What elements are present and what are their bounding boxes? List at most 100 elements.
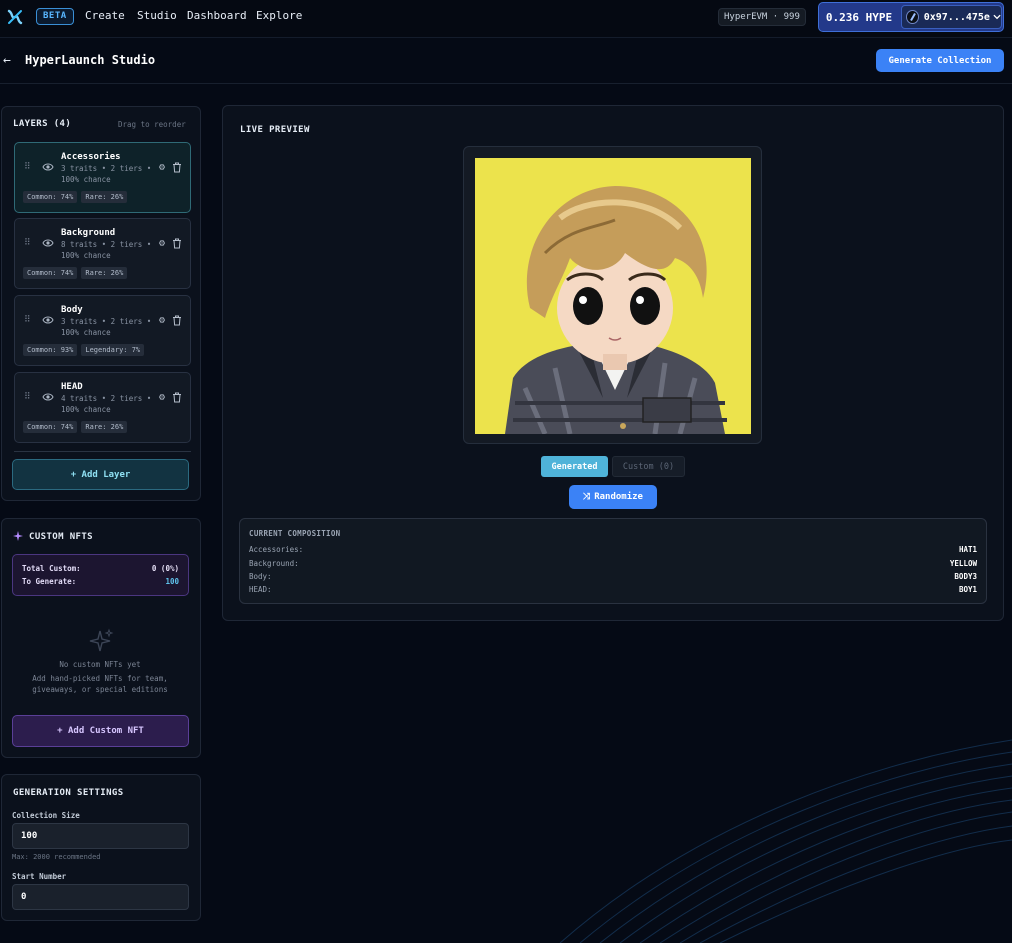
gear-icon[interactable]: ⚙ <box>159 392 165 403</box>
trash-icon[interactable] <box>172 162 182 173</box>
trash-icon[interactable] <box>172 392 182 403</box>
layer-card-accessories[interactable]: ⠿ Accessories 3 traits • 2 tiers • 100% … <box>14 142 191 213</box>
nav-link-studio[interactable]: Studio <box>137 9 177 22</box>
generate-collection-button[interactable]: Generate Collection <box>876 49 1004 72</box>
custom-stats-box: Total Custom: 0 (0%) To Generate: 100 <box>12 554 189 596</box>
empty-state-line: Add hand-picked NFTs for team, <box>32 674 168 683</box>
layer-chance: 100% chance <box>61 175 111 184</box>
layer-name: HEAD <box>61 382 83 392</box>
trash-icon[interactable] <box>172 315 182 326</box>
collection-size-input[interactable] <box>12 823 189 849</box>
composition-value: BOY1 <box>958 585 977 594</box>
nav-link-dashboard[interactable]: Dashboard <box>187 9 247 22</box>
sparkles-empty-icon <box>89 628 114 652</box>
to-generate-label: To Generate: <box>22 577 77 586</box>
tier-tag: Common: 74% <box>23 421 78 433</box>
composition-value: BODY3 <box>954 572 977 581</box>
layer-name: Body <box>61 305 83 315</box>
randomize-button[interactable]: ⤨ Randomize <box>569 485 657 509</box>
composition-key: Body: <box>249 572 272 581</box>
top-nav: BETA Create Studio Dashboard Explore Hyp… <box>0 0 1012 38</box>
shuffle-icon: ⤨ <box>583 492 591 502</box>
studio-header: ← HyperLaunch Studio Generate Collection <box>0 39 1012 84</box>
tier-tag: Legendary: 7% <box>81 344 145 356</box>
tier-tag: Rare: 26% <box>81 267 128 279</box>
layer-card-background[interactable]: ⠿ Background 8 traits • 2 tiers • 100% c… <box>14 218 191 289</box>
layer-name: Background <box>61 228 116 238</box>
gear-icon[interactable]: ⚙ <box>159 238 165 249</box>
tab-custom[interactable]: Custom (0) <box>612 456 685 477</box>
nav-link-create[interactable]: Create <box>85 9 125 22</box>
layer-tier-tags: Common: 93% Legendary: 7% <box>23 344 145 356</box>
composition-value: HAT1 <box>958 545 977 554</box>
layer-name: Accessories <box>61 152 121 162</box>
gear-icon[interactable]: ⚙ <box>159 315 165 326</box>
tier-tag: Common: 74% <box>23 267 78 279</box>
layer-tier-tags: Common: 74% Rare: 26% <box>23 267 128 279</box>
start-number-input[interactable] <box>12 884 189 910</box>
tier-tag: Common: 74% <box>23 191 78 203</box>
drag-handle-icon[interactable]: ⠿ <box>24 315 31 325</box>
hyperlaunch-logo-icon[interactable] <box>6 8 24 26</box>
randomize-label: Randomize <box>594 492 643 502</box>
chevron-down-icon <box>993 14 1001 20</box>
sparkles-icon <box>13 531 23 541</box>
eye-icon[interactable] <box>42 162 54 172</box>
page-title: HyperLaunch Studio <box>25 53 156 67</box>
drag-hint: Drag to reorder <box>118 120 186 129</box>
wallet-balance: 0.236 HYPE <box>825 10 893 24</box>
divider <box>14 451 191 452</box>
composition-value: YELLOW <box>949 559 977 568</box>
wallet-button[interactable]: 0.236 HYPE 0x97...475e <box>818 2 1004 32</box>
layer-chance: 100% chance <box>61 405 111 414</box>
drag-handle-icon[interactable]: ⠿ <box>24 162 31 172</box>
live-preview-title: LIVE PREVIEW <box>240 125 310 135</box>
beta-badge: BETA <box>36 8 74 25</box>
wallet-avatar-icon <box>906 10 919 24</box>
nav-link-explore[interactable]: Explore <box>256 9 302 22</box>
layers-title: LAYERS (4) <box>13 119 72 129</box>
tier-tag: Rare: 26% <box>81 191 128 203</box>
trash-icon[interactable] <box>172 238 182 249</box>
composition-key: HEAD: <box>249 585 272 594</box>
layer-tier-tags: Common: 74% Rare: 26% <box>23 421 128 433</box>
drag-handle-icon[interactable]: ⠿ <box>24 238 31 248</box>
layer-meta: 8 traits • 2 tiers • <box>61 240 152 249</box>
empty-state-description: Add hand-picked NFTs for team, giveaways… <box>0 673 200 695</box>
composition-key: Accessories: <box>249 545 304 554</box>
layers-panel: LAYERS (4) Drag to reorder ⠿ Accessories… <box>1 106 201 501</box>
total-custom-value: 0 (0%) <box>151 564 179 573</box>
tab-generated[interactable]: Generated <box>541 456 608 477</box>
current-composition-box: CURRENT COMPOSITION Accessories: HAT1 Ba… <box>239 518 987 604</box>
layer-card-head[interactable]: ⠿ HEAD 4 traits • 2 tiers • 100% chance … <box>14 372 191 443</box>
to-generate-value: 100 <box>165 577 179 586</box>
total-custom-label: Total Custom: <box>22 564 81 573</box>
layer-meta: 3 traits • 2 tiers • <box>61 317 152 326</box>
back-arrow-icon[interactable]: ← <box>3 53 11 68</box>
wallet-address-button[interactable]: 0x97...475e <box>901 5 1002 29</box>
layer-card-body[interactable]: ⠿ Body 3 traits • 2 tiers • 100% chance … <box>14 295 191 366</box>
composition-title: CURRENT COMPOSITION <box>249 529 341 538</box>
layer-tier-tags: Common: 74% Rare: 26% <box>23 191 128 203</box>
add-custom-nft-button[interactable]: + Add Custom NFT <box>12 715 189 747</box>
drag-handle-icon[interactable]: ⠿ <box>24 392 31 402</box>
collection-size-label: Collection Size <box>12 811 80 820</box>
add-layer-button[interactable]: + Add Layer <box>12 459 189 490</box>
tier-tag: Common: 93% <box>23 344 78 356</box>
layer-meta: 4 traits • 2 tiers • <box>61 394 152 403</box>
nft-preview-frame <box>463 146 762 444</box>
eye-icon[interactable] <box>42 315 54 325</box>
empty-state-title: No custom NFTs yet <box>59 660 141 669</box>
empty-state-line: giveaways, or special editions <box>32 685 168 694</box>
layer-meta: 3 traits • 2 tiers • <box>61 164 152 173</box>
collection-size-hint: Max: 2000 recommended <box>12 853 101 861</box>
eye-icon[interactable] <box>42 238 54 248</box>
tier-tag: Rare: 26% <box>81 421 128 433</box>
eye-icon[interactable] <box>42 392 54 402</box>
chain-indicator[interactable]: HyperEVM · 999 <box>718 8 806 26</box>
generation-settings-title: GENERATION SETTINGS <box>13 788 124 798</box>
layer-chance: 100% chance <box>61 328 111 337</box>
composition-key: Background: <box>249 559 299 568</box>
layer-chance: 100% chance <box>61 251 111 260</box>
gear-icon[interactable]: ⚙ <box>159 162 165 173</box>
